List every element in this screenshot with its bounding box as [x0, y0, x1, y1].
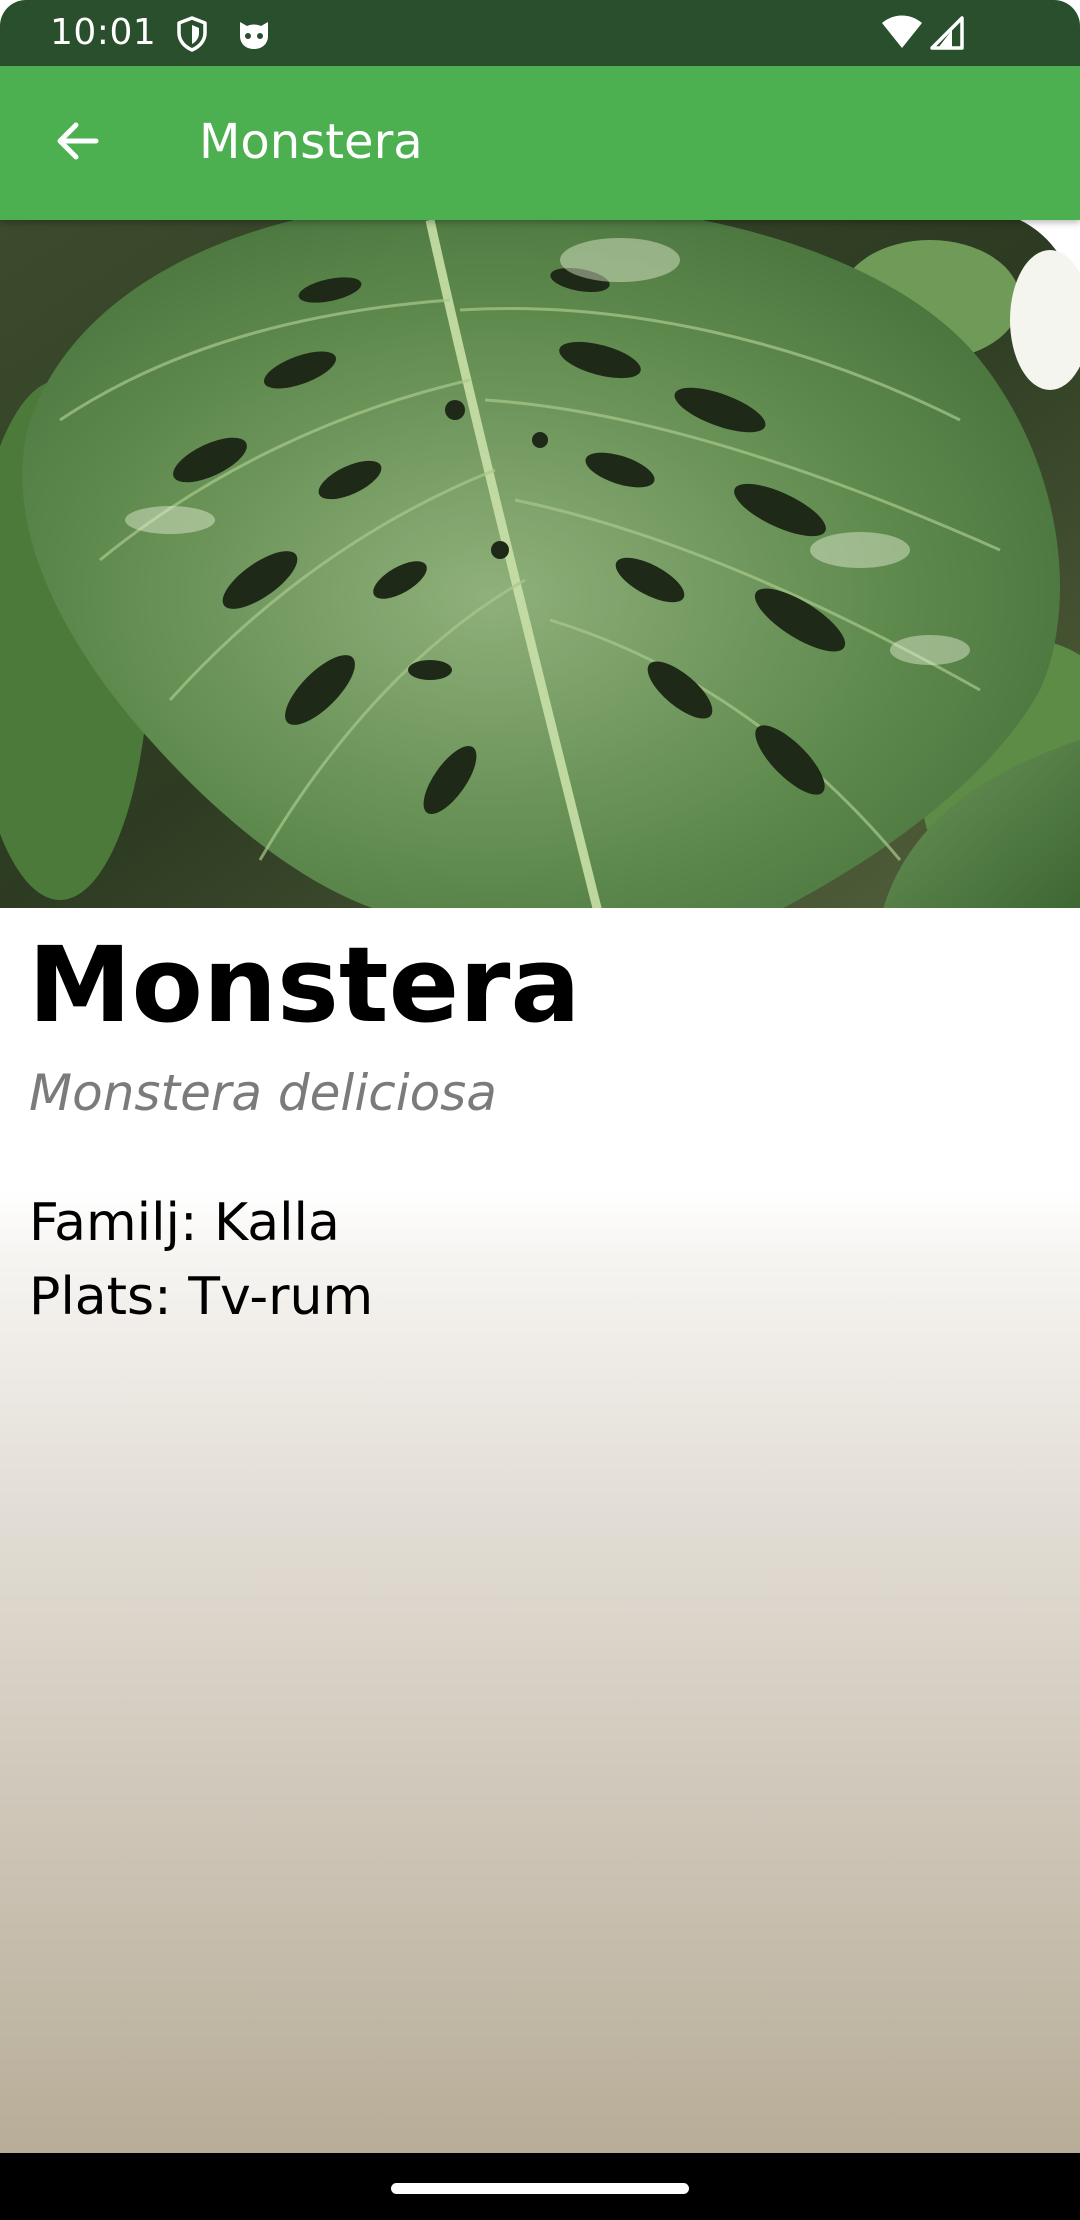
plant-latin-name: Monstera deliciosa [29, 1064, 497, 1122]
plant-location: Plats: Tv-rum [29, 1267, 374, 1327]
arrow-back-icon [52, 116, 102, 170]
home-gesture-handle[interactable] [391, 2183, 689, 2194]
plant-detail-screen: 10:01 Monstera Monstera Monstera delicio… [0, 0, 1080, 2220]
plant-name: Monstera [28, 924, 581, 1046]
wifi-icon [880, 14, 924, 54]
shield-icon [172, 14, 212, 54]
cell-signal-icon [928, 14, 964, 54]
plant-photo [0, 220, 1080, 908]
back-button[interactable] [36, 102, 118, 184]
app-bar-title: Monstera [199, 114, 423, 170]
status-time: 10:01 [50, 12, 157, 53]
app-bar: Monstera [0, 66, 1080, 220]
status-bar: 10:01 [0, 0, 1080, 66]
plant-family: Familj: Kalla [29, 1193, 340, 1253]
cat-face-icon [234, 14, 274, 54]
